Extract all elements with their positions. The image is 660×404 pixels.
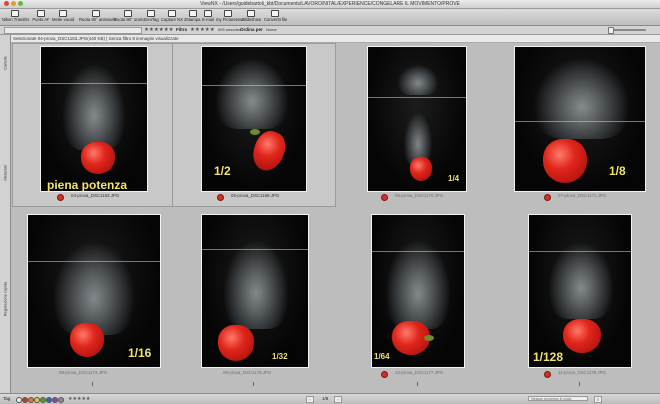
next-page-button[interactable]: › [334, 396, 342, 403]
filter-value[interactable]: 005 unsorted [218, 26, 241, 34]
photo-thumbnail[interactable]: 1/8 [514, 46, 646, 192]
af-point-button[interactable]: Punto AF [32, 10, 50, 24]
thumbnail-cell[interactable]: piena potenza 04-prova_DSC1163.JPG [12, 43, 174, 207]
tab-metadati[interactable]: Metadati [0, 153, 10, 193]
close-window-button[interactable] [4, 1, 9, 6]
photo-thumbnail[interactable]: 1/2 [201, 46, 307, 192]
slider-knob[interactable] [608, 27, 614, 34]
color-label-badge [381, 194, 388, 201]
processing-queue-status: Nessun processo in coda [528, 396, 588, 401]
tag-color-gray[interactable] [58, 397, 64, 403]
rotation-marker [92, 382, 93, 386]
photo-thumbnail[interactable]: 1/16 [27, 214, 161, 368]
slideshow-icon [247, 10, 255, 17]
rotate-right-icon [124, 10, 132, 17]
thumbnail-cell[interactable]: 1/16 08-prova_DSC1174.JPG [12, 209, 174, 391]
sort-select[interactable]: Nome [266, 26, 277, 34]
sort-label: Ordina per [240, 27, 263, 32]
slideshow-button[interactable]: Slideshow [242, 10, 261, 24]
rotation-marker [417, 382, 418, 386]
nikon-transfer-button[interactable]: Nikon Transfer [2, 10, 29, 24]
transfer-icon [11, 10, 19, 17]
color-label-badge [544, 371, 551, 378]
filter-label: Filtro [176, 27, 188, 32]
color-label-badge [381, 371, 388, 378]
filter-stars[interactable]: ★★★★★ [190, 26, 215, 34]
photo-caption: 1/8 [609, 164, 626, 178]
capture-nx-icon [168, 10, 176, 17]
window-title: ViewNX - /Users/guidebartoli_kbt/Documen… [200, 1, 460, 7]
view-mode-selector[interactable] [4, 27, 142, 34]
picturetown-icon [224, 10, 232, 17]
photo-thumbnail[interactable]: 1/4 [367, 46, 467, 192]
thumbnail-filename: 06-prova_DSC1170.JPG [395, 193, 444, 198]
minimize-window-button[interactable] [11, 1, 16, 6]
color-label-badge [57, 194, 64, 201]
rotate-right-button[interactable]: Ruota 90° orario [114, 10, 145, 24]
photo-caption: 1/2 [214, 164, 231, 178]
thumbnail-filename: 07-prova_DSC1171.JPG [558, 193, 607, 198]
tab-regolazione-rapida[interactable]: Regolazione rapida [0, 259, 10, 339]
thumbnail-cell[interactable]: 1/128 11-prova_DSC1178.JPG [499, 209, 660, 391]
selection-info-bar: Selezionate 04-prova_DSC1163.JPG(440 KB)… [11, 35, 660, 43]
thumbnail-cell[interactable]: 1/4 06-prova_DSC1170.JPG [336, 43, 500, 207]
rotation-marker [579, 382, 580, 386]
picturetown-button[interactable]: my Picturetown [216, 10, 245, 24]
thumbnail-grid: piena potenza 04-prova_DSC1163.JPG 1/2 0… [11, 43, 660, 393]
photo-caption: piena potenza [47, 178, 128, 192]
voice-memo-button[interactable]: Mette vocali [52, 10, 74, 24]
color-label-badge [544, 194, 551, 201]
selection-info-text: Selezionate 04-prova_DSC1163.JPG(440 KB)… [13, 36, 179, 41]
queue-button[interactable]: ≡ [594, 396, 602, 403]
print-icon [189, 10, 197, 17]
thumbnail-size-slider[interactable] [612, 29, 646, 31]
photo-thumbnail[interactable]: 1/32 [201, 214, 309, 368]
thumbnail-cell[interactable]: 1/64 10-prova_DSC1177.JPG [336, 209, 500, 391]
rotate-left-button[interactable]: Ruota 90° antiorario [79, 10, 116, 24]
rating-stars[interactable]: ★★★★★★ [144, 26, 174, 34]
email-icon [204, 10, 212, 17]
thumbnail-filename: 10-prova_DSC1177.JPG [395, 370, 444, 375]
photo-caption: 1/4 [448, 174, 460, 183]
geotag-icon [147, 10, 155, 17]
thumbnail-cell[interactable]: 1/8 07-prova_DSC1171.JPG [499, 43, 660, 207]
thumbnail-cell[interactable]: 1/32 09-prova_DSC1175.JPG [172, 209, 336, 391]
title-bar: ViewNX - /Users/guidebartoli_kbt/Documen… [0, 0, 660, 9]
photo-caption: 1/64 [374, 352, 390, 361]
photo-caption: 1/32 [272, 352, 288, 361]
rotate-left-icon [92, 10, 100, 17]
photo-thumbnail[interactable]: 1/64 [371, 214, 465, 368]
convert-file-button[interactable]: Convertit file [264, 10, 287, 24]
thumbnail-filename: 04-prova_DSC1163.JPG [71, 193, 120, 198]
status-rating-stars[interactable]: ★★★★★ [68, 395, 90, 403]
photo-caption: 1/16 [128, 346, 152, 360]
print-button[interactable]: Stampa [186, 10, 200, 24]
rotation-marker [253, 382, 254, 386]
photo-caption: 1/128 [533, 350, 564, 364]
voice-memo-icon [59, 10, 67, 17]
filter-bar: ★★★★★★ Filtro ★★★★★ 005 unsorted Ordina … [0, 26, 660, 35]
convert-file-icon [271, 10, 279, 17]
previous-page-button[interactable]: ‹ [306, 396, 314, 403]
thumbnail-filename: 11-prova_DSC1178.JPG [558, 370, 606, 375]
thumbnail-cell[interactable]: 1/2 05-prova_DSC1169.JPG [172, 43, 336, 207]
thumbnail-filename: 05-prova_DSC1169.JPG [231, 193, 280, 198]
toolbar: Nikon Transfer Punto AF Mette vocali Ruo… [0, 9, 660, 26]
status-bar: Tag ★★★★★ ‹ 1/8 › Nessun processo in cod… [0, 393, 660, 404]
tab-cartelle[interactable]: Cartelle [0, 43, 10, 83]
capture-nx-button[interactable]: Capture NX 2 [161, 10, 186, 24]
left-sidebar: Cartelle Metadati Regolazione rapida [0, 35, 11, 393]
af-point-icon [37, 10, 45, 17]
geotag-button[interactable]: GeoTag [144, 10, 159, 24]
email-button[interactable]: E-mail [202, 10, 214, 24]
photo-thumbnail[interactable]: 1/128 [528, 214, 632, 368]
color-label-badge [217, 194, 224, 201]
thumbnail-filename: 08-prova_DSC1174.JPG [59, 370, 108, 375]
zoom-window-button[interactable] [18, 1, 23, 6]
thumbnail-filename: 09-prova_DSC1175.JPG [223, 370, 272, 375]
photo-thumbnail[interactable]: piena potenza [40, 46, 148, 192]
